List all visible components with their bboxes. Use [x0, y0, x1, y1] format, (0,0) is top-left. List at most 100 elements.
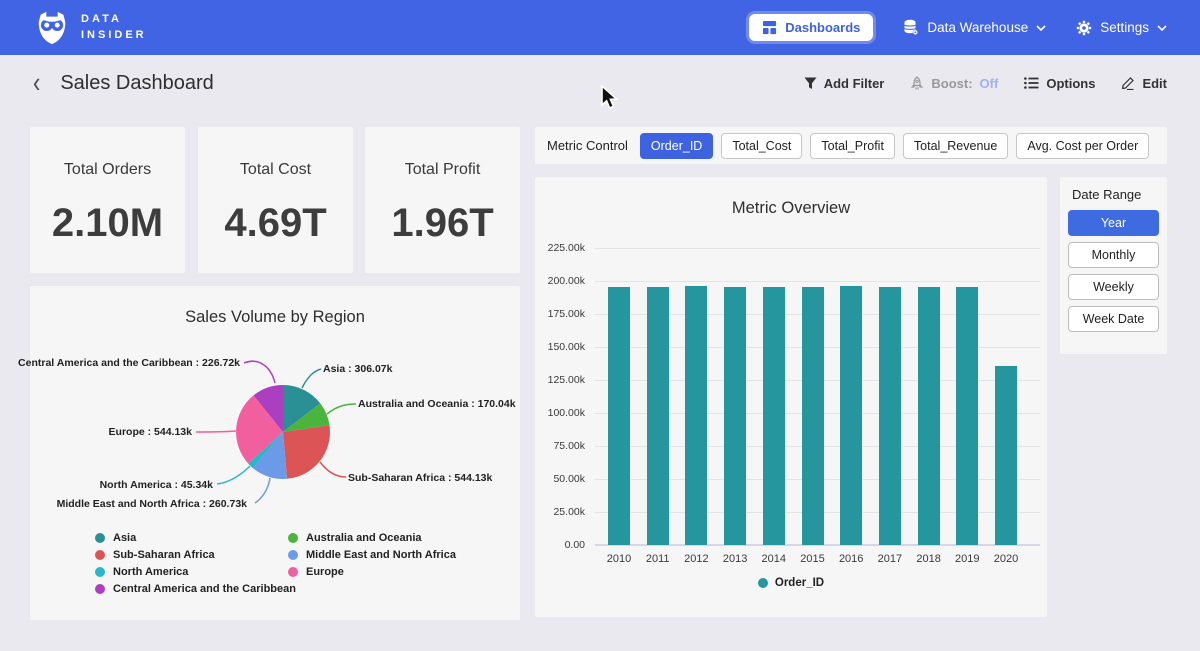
bar-2015[interactable]	[802, 287, 824, 545]
bar-2016[interactable]	[840, 286, 862, 545]
date-range-label: Date Range	[1072, 187, 1159, 202]
pie-legend-column-2: Australia and Oceania Middle East and Nor…	[288, 532, 456, 578]
bar-2018[interactable]	[918, 287, 940, 545]
gridline	[595, 281, 1040, 282]
pie-label-middle-east-and-north-africa: Middle East and North Africa : 260.73k	[57, 498, 247, 510]
pie-legend-item-middle-east-and-north-africa[interactable]: Middle East and North Africa	[288, 549, 456, 561]
date-range-button-monthly[interactable]: Monthly	[1068, 242, 1159, 268]
bar-2011[interactable]	[647, 287, 669, 545]
bar-2012[interactable]	[685, 286, 707, 545]
pie-connector-line	[320, 462, 346, 477]
brand-line2: INSIDER	[81, 28, 147, 44]
pie-connector-line	[244, 361, 275, 383]
pie-legend-column-1: Asia Sub-Saharan Africa North America Centr…	[95, 532, 296, 595]
kpi-card-total-profit: Total Profit 1.96T	[365, 127, 520, 273]
legend-dot	[95, 533, 105, 543]
back-button[interactable]: ‹	[33, 69, 40, 98]
legend-dot	[95, 567, 105, 577]
pie-legend-item-sub-saharan-africa[interactable]: Sub-Saharan Africa	[95, 549, 296, 561]
legend-label: Europe	[306, 566, 344, 578]
legend-dot	[95, 584, 105, 594]
y-axis-tick: 25.00k	[525, 506, 585, 518]
y-axis-tick: 0.00	[525, 539, 585, 551]
kpi-value: 2.10M	[30, 201, 185, 246]
nav-settings-menu[interactable]: Settings	[1076, 20, 1167, 36]
page-title: Sales Dashboard	[60, 72, 213, 95]
bar-chart-legend[interactable]: Order_ID	[535, 577, 1047, 589]
kpi-card-total-orders: Total Orders 2.10M	[30, 127, 185, 273]
date-range-button-year[interactable]: Year	[1068, 210, 1159, 236]
dashboard-header: ‹ Sales Dashboard Add Filter Boost: Off	[0, 55, 1200, 111]
pie-label-central-america-and-the-caribbean: Central America and the Caribbean : 226.…	[18, 357, 240, 369]
legend-dot	[288, 533, 298, 543]
boost-toggle[interactable]: Boost: Off	[910, 76, 998, 91]
pie-connector-line	[327, 404, 356, 414]
add-filter-button[interactable]: Add Filter	[804, 76, 885, 91]
pie-connector-line	[196, 431, 236, 432]
bar-2010[interactable]	[608, 287, 630, 545]
metric-control-label: Metric Control	[547, 138, 628, 153]
date-range-button-week-date[interactable]: Week Date	[1068, 306, 1159, 332]
rocket-icon	[910, 76, 924, 91]
pie-legend-item-asia[interactable]: Asia	[95, 532, 296, 544]
sales-volume-by-region-chart: Sales Volume by Region Asia : 306.07kAus…	[30, 286, 520, 620]
x-axis-tick: 2018	[909, 553, 949, 565]
x-axis-tick: 2013	[715, 553, 755, 565]
metric-button-total-profit[interactable]: Total_Profit	[810, 133, 895, 159]
x-axis-tick: 2019	[947, 553, 987, 565]
bar-2017[interactable]	[879, 287, 901, 545]
kpi-value: 1.96T	[365, 201, 520, 246]
legend-label: Middle East and North Africa	[306, 549, 456, 561]
metric-button-total-revenue[interactable]: Total_Revenue	[903, 133, 1008, 159]
pie-legend-item-north-america[interactable]: North America	[95, 566, 296, 578]
x-axis-tick: 2016	[831, 553, 871, 565]
pie-legend-item-central-america-and-the-caribbean[interactable]: Central America and the Caribbean	[95, 583, 296, 595]
y-axis-tick: 225.00k	[525, 242, 585, 254]
pie-connector-line	[255, 478, 270, 503]
pie-legend-item-australia-and-oceania[interactable]: Australia and Oceania	[288, 532, 456, 544]
edit-button[interactable]: Edit	[1121, 76, 1167, 91]
y-axis-tick: 125.00k	[525, 374, 585, 386]
page: DATA INSIDER Dashboards	[0, 0, 1200, 651]
nav-dashboards-button[interactable]: Dashboards	[749, 14, 873, 41]
bar-2020[interactable]	[995, 366, 1017, 545]
pie-legend-item-europe[interactable]: Europe	[288, 566, 456, 578]
metric-button-avg-cost-per-order[interactable]: Avg. Cost per Order	[1016, 133, 1149, 159]
pie-slice-sub-saharan-africa[interactable]	[283, 425, 330, 479]
pie-label-asia: Asia : 306.07k	[323, 363, 392, 375]
pie-label-sub-saharan-africa: Sub-Saharan Africa : 544.13k	[348, 472, 492, 484]
boost-label: Boost:	[931, 76, 972, 91]
legend-dot	[95, 550, 105, 560]
bar-2014[interactable]	[763, 287, 785, 545]
metric-control-bar: Metric Control Order_ID Total_Cost Total_P…	[535, 127, 1167, 164]
metric-overview-chart: Metric Overview 225.00k200.00k175.00k150…	[535, 177, 1047, 617]
boost-state: Off	[980, 76, 999, 91]
legend-label: North America	[113, 566, 188, 578]
x-axis-tick: 2020	[986, 553, 1026, 565]
legend-dot	[758, 578, 768, 588]
bar-2013[interactable]	[724, 287, 746, 545]
date-range-button-weekly[interactable]: Weekly	[1068, 274, 1159, 300]
metric-button-order-id[interactable]: Order_ID	[640, 133, 713, 159]
options-label: Options	[1046, 76, 1095, 91]
nav-data-warehouse-menu[interactable]: Data Warehouse	[903, 19, 1046, 36]
kpi-label: Total Profit	[365, 161, 520, 179]
bar-2019[interactable]	[956, 287, 978, 545]
gridline	[595, 248, 1040, 249]
legend-label: Central America and the Caribbean	[113, 583, 296, 595]
nav-data-warehouse-label: Data Warehouse	[927, 20, 1028, 35]
bar-plot-area: 225.00k200.00k175.00k150.00k125.00k100.0…	[595, 248, 1040, 545]
brand-logo[interactable]: DATA INSIDER	[33, 9, 147, 47]
dashboards-grid-icon	[762, 20, 777, 35]
kpi-label: Total Cost	[198, 161, 353, 179]
metric-button-total-cost[interactable]: Total_Cost	[721, 133, 802, 159]
legend-label: Sub-Saharan Africa	[113, 549, 215, 561]
filter-icon	[804, 77, 817, 90]
options-list-icon	[1024, 77, 1039, 89]
options-button[interactable]: Options	[1024, 76, 1095, 91]
y-axis-tick: 200.00k	[525, 275, 585, 287]
y-axis-tick: 75.00k	[525, 440, 585, 452]
database-icon	[903, 19, 919, 36]
top-navbar: DATA INSIDER Dashboards	[0, 0, 1200, 55]
nav-dashboards-label: Dashboards	[785, 20, 860, 35]
